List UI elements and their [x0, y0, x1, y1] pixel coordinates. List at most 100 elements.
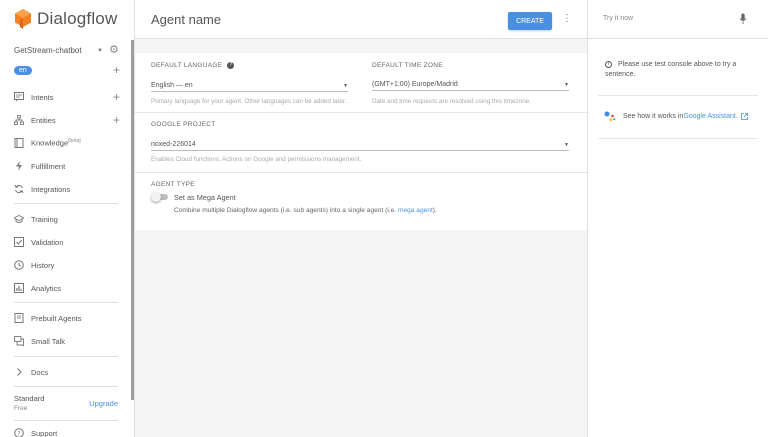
add-entity-icon[interactable]: + — [113, 114, 120, 126]
mega-desc-prefix: Combine multiple Dialogflow agents (i.e.… — [174, 207, 398, 214]
sidebar-item-label: Docs — [31, 367, 49, 377]
agent-selector[interactable]: GetStream-chatbot ▼ ⚙ — [14, 45, 120, 56]
language-chip[interactable]: en — [14, 65, 32, 75]
sidebar-item-label: Intents — [31, 92, 54, 102]
dialogflow-logo-icon — [15, 9, 31, 29]
sidebar-item-label: Prebuilt Agents — [31, 313, 82, 323]
sidebar-item-docs[interactable]: Docs — [14, 367, 120, 377]
agent-name-input[interactable]: Agent name — [151, 12, 221, 27]
sidebar-item-history[interactable]: History — [14, 260, 120, 270]
section-divider — [135, 112, 587, 113]
google-assistant-icon — [604, 111, 616, 122]
sidebar: Dialogflow GetStream-chatbot ▼ ⚙ en + In… — [0, 0, 135, 437]
language-row: en + — [14, 64, 120, 76]
book-icon — [14, 138, 24, 148]
mega-agent-toggle-label: Set as Mega Agent — [174, 193, 236, 202]
sidebar-item-support[interactable]: ? Support — [14, 428, 120, 437]
mega-agent-toggle[interactable] — [151, 192, 168, 202]
timezone-label: DEFAULT TIME ZONE — [372, 62, 443, 69]
sidebar-item-label: History — [31, 260, 55, 270]
checkbox-icon — [14, 237, 24, 247]
section-divider — [135, 172, 587, 173]
agent-type-label: AGENT TYPE — [151, 181, 195, 188]
add-language-icon[interactable]: + — [113, 64, 120, 76]
chat-bubbles-icon — [14, 336, 24, 346]
hierarchy-icon — [14, 115, 24, 125]
sidebar-item-fulfillment[interactable]: Fulfillment — [14, 161, 120, 171]
google-project-hint: Enables Cloud functions, Actions on Goog… — [151, 156, 362, 163]
timezone-select[interactable]: (GMT+1:00) Europe/Madrid ▼ — [372, 81, 569, 91]
console-divider — [598, 95, 758, 96]
default-language-hint: Primary language for your agent. Other l… — [151, 98, 347, 105]
sidebar-scrollbar[interactable] — [131, 40, 134, 400]
console-info: i Please use test console above to try a … — [605, 60, 753, 80]
mega-agent-description: Combine multiple Dialogflow agents (i.e.… — [174, 207, 437, 214]
brand-logo[interactable]: Dialogflow — [14, 8, 117, 30]
document-icon — [14, 313, 24, 323]
upgrade-link[interactable]: Upgrade — [89, 399, 118, 408]
sidebar-item-entities[interactable]: Entities + — [14, 114, 120, 126]
external-link-icon[interactable] — [740, 113, 748, 120]
default-language-select[interactable]: English — en ▼ — [151, 82, 348, 92]
chat-icon — [14, 92, 24, 102]
sidebar-item-prebuilt-agents[interactable]: Prebuilt Agents — [14, 313, 120, 323]
sidebar-item-small-talk[interactable]: Small Talk — [14, 336, 120, 346]
sidebar-divider — [14, 356, 118, 357]
sidebar-item-validation[interactable]: Validation — [14, 237, 120, 247]
google-assistant-row: See how it works in Google Assistant. — [604, 111, 748, 122]
sync-icon — [14, 184, 24, 194]
svg-text:?: ? — [17, 430, 20, 437]
graduation-cap-icon — [14, 214, 24, 224]
main-header: Agent name CREATE ⋮ — [135, 0, 587, 39]
create-button[interactable]: CREATE — [508, 12, 552, 30]
sidebar-divider — [14, 386, 118, 387]
agent-settings-card: DEFAULT LANGUAGE? English — en ▼ Primary… — [135, 53, 587, 230]
brand-name: Dialogflow — [37, 9, 118, 28]
google-project-select[interactable]: noxed-226014 ▼ — [151, 141, 569, 151]
sidebar-divider — [14, 302, 118, 303]
mega-desc-suffix: ). — [432, 207, 437, 214]
timezone-value: (GMT+1:00) Europe/Madrid — [372, 81, 458, 88]
sidebar-item-label: Small Talk — [31, 336, 66, 346]
sidebar-item-training[interactable]: Training — [14, 214, 120, 224]
ga-prefix: See how it works in — [623, 113, 684, 120]
sidebar-item-integrations[interactable]: Integrations — [14, 184, 120, 194]
default-language-value: English — en — [151, 82, 193, 89]
caret-down-icon: ▼ — [564, 141, 569, 148]
console-divider — [598, 138, 758, 139]
caret-down-icon: ▼ — [97, 47, 103, 54]
console-info-text: Please use test console above to try a s… — [605, 61, 737, 78]
sidebar-item-label: Training — [31, 214, 58, 224]
add-intent-icon[interactable]: + — [113, 91, 120, 103]
clock-icon — [14, 260, 24, 270]
help-icon[interactable]: ? — [227, 62, 235, 69]
toggle-knob — [151, 192, 161, 202]
main-content: Agent name CREATE ⋮ DEFAULT LANGUAGE? En… — [135, 0, 587, 437]
sidebar-item-label: Entities — [31, 115, 56, 125]
microphone-icon[interactable] — [739, 13, 747, 25]
test-console: Try it now i Please use test console abov… — [587, 0, 768, 437]
mega-agent-link[interactable]: mega agent — [398, 207, 433, 214]
sidebar-divider — [14, 203, 118, 204]
google-project-value: noxed-226014 — [151, 141, 196, 148]
sidebar-item-label: Analytics — [31, 283, 62, 293]
more-vert-icon[interactable]: ⋮ — [562, 13, 572, 24]
sidebar-item-intents[interactable]: Intents + — [14, 91, 120, 103]
help-circle-icon: ? — [14, 428, 24, 437]
agent-name: GetStream-chatbot — [14, 46, 82, 55]
chevron-right-icon — [14, 367, 24, 377]
default-language-label-text: DEFAULT LANGUAGE — [151, 62, 223, 70]
google-assistant-link[interactable]: Google Assistant. — [683, 113, 737, 120]
gear-icon[interactable]: ⚙ — [109, 45, 120, 56]
beta-badge: [beta] — [68, 138, 81, 145]
try-it-input[interactable]: Try it now — [603, 15, 633, 22]
bolt-icon — [14, 161, 24, 171]
sidebar-item-label: Knowledge — [31, 138, 69, 148]
caret-down-icon: ▼ — [564, 81, 569, 88]
sidebar-item-analytics[interactable]: Analytics — [14, 283, 120, 293]
sidebar-item-label: Integrations — [31, 184, 71, 194]
sidebar-item-label-wrap: Knowledge[beta] — [31, 138, 120, 148]
info-icon: i — [605, 61, 612, 68]
sidebar-item-knowledge[interactable]: Knowledge[beta] — [14, 138, 120, 148]
try-it-header: Try it now — [588, 0, 768, 39]
